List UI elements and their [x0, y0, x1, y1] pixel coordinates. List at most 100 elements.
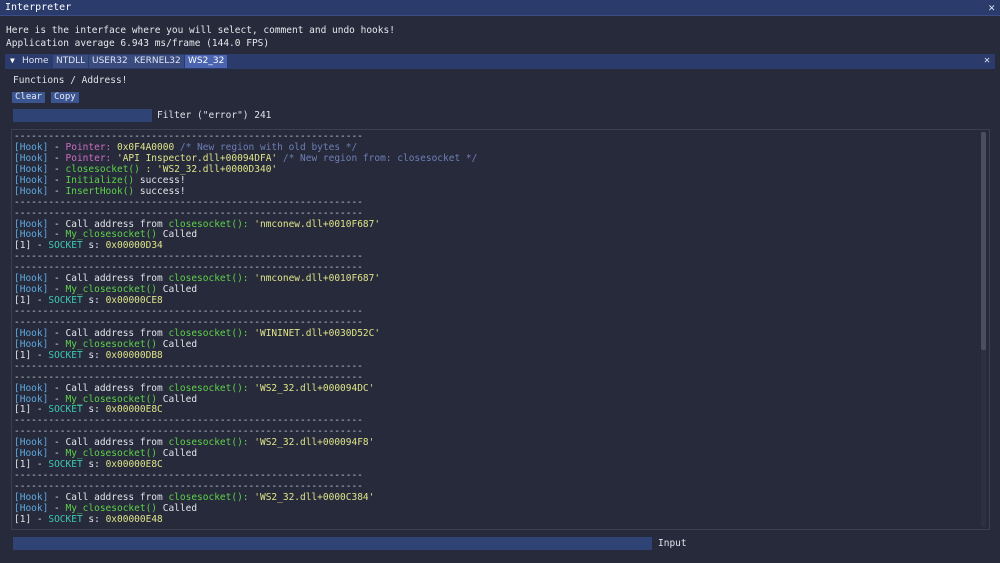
pointer-label: Pointer:	[65, 141, 112, 153]
pointer-comment: /* New region with old bytes */	[174, 141, 358, 153]
socket-type: SOCKET	[48, 513, 83, 525]
socket-type: SOCKET	[48, 404, 83, 416]
index-tag: [1]	[14, 349, 32, 361]
window-titlebar[interactable]: Interpreter ✕	[0, 0, 1000, 16]
copy-button[interactable]: Copy	[51, 92, 79, 103]
log-output[interactable]: ----------------------------------------…	[11, 129, 990, 530]
tab-kernel32[interactable]: KERNEL32	[131, 55, 184, 68]
dash: -	[31, 513, 49, 525]
dash: -	[48, 163, 66, 175]
initialize-function: Initialize()	[65, 174, 135, 186]
closesocket-function: closesocket()	[65, 163, 140, 175]
closesocket-function: closesocket():	[168, 382, 249, 394]
index-tag: [1]	[14, 513, 32, 525]
separator-line: ----------------------------------------…	[14, 196, 363, 208]
pointer-label: Pointer:	[65, 152, 112, 164]
tab-ntdll[interactable]: NTDLL	[53, 55, 89, 68]
call-prefix: Call address from	[65, 273, 169, 285]
collapse-triangle-icon[interactable]: ▼	[10, 56, 15, 65]
tab-close-icon[interactable]: ✕	[984, 55, 990, 66]
dash: -	[48, 185, 66, 197]
hook-tag: [Hook]	[14, 448, 49, 460]
hook-tag: [Hook]	[14, 491, 49, 503]
functions-address-label: Functions / Address!	[13, 75, 128, 86]
socket-value: 0x00000CE8	[105, 295, 163, 307]
dash: -	[31, 404, 49, 416]
socket-type: SOCKET	[48, 349, 83, 361]
module-tab-bar: ▼ Home NTDLL USER32 KERNEL32 WS2_32 ✕	[5, 54, 995, 69]
hook-tag: [Hook]	[14, 163, 49, 175]
dash: -	[31, 295, 49, 307]
socket-prefix: s:	[82, 349, 106, 361]
call-prefix: Call address from	[65, 382, 169, 394]
log-scrollbar[interactable]	[981, 132, 986, 527]
clear-button[interactable]: Clear	[12, 92, 46, 103]
socket-prefix: s:	[82, 295, 106, 307]
pointer-value: 0x0F4A0000	[111, 141, 175, 153]
fps-readout: Application average 6.943 ms/frame (144.…	[6, 38, 270, 49]
hook-tag: [Hook]	[14, 185, 49, 197]
my-closesocket-function: My_closesocket()	[65, 448, 158, 460]
log-lines: ----------------------------------------…	[14, 131, 478, 529]
command-input[interactable]	[13, 537, 652, 550]
socket-value: 0x00000E8C	[105, 459, 163, 471]
window-close-icon[interactable]: ✕	[988, 1, 995, 14]
closesocket-function: closesocket():	[168, 218, 249, 230]
hook-tag: [Hook]	[14, 502, 49, 514]
call-prefix: Call address from	[65, 437, 169, 449]
dash: -	[48, 502, 66, 514]
closesocket-function: closesocket():	[168, 327, 249, 339]
log-line-inserthook: [Hook] - InsertHook() success!	[14, 185, 477, 198]
socket-prefix: s:	[82, 459, 106, 471]
hook-tag: [Hook]	[14, 284, 49, 296]
caller-address: 'nmconew.dll+0010F687'	[248, 218, 381, 230]
hook-tag: [Hook]	[14, 393, 49, 405]
caller-address: 'WS2_32.dll+0000C384'	[248, 491, 375, 503]
log-scrollbar-thumb[interactable]	[981, 132, 986, 350]
dash: -	[48, 338, 66, 350]
dash: -	[48, 218, 66, 230]
call-prefix: Call address from	[65, 327, 169, 339]
tab-home[interactable]: Home	[19, 55, 52, 68]
index-tag: [1]	[14, 295, 32, 307]
called-text: Called	[157, 338, 198, 350]
my-closesocket-function: My_closesocket()	[65, 229, 158, 241]
dash: -	[31, 349, 49, 361]
called-text: Called	[157, 284, 198, 296]
socket-type: SOCKET	[48, 459, 83, 471]
closesocket-function: closesocket():	[168, 491, 249, 503]
closesocket-address: : 'WS2_32.dll+0000D340'	[139, 163, 278, 175]
filter-input[interactable]	[13, 109, 152, 122]
closesocket-function: closesocket():	[168, 437, 249, 449]
hook-tag: [Hook]	[14, 141, 49, 153]
socket-prefix: s:	[82, 404, 106, 416]
dash: -	[48, 284, 66, 296]
socket-type: SOCKET	[48, 240, 83, 252]
called-text: Called	[157, 229, 198, 241]
pointer-region-comment: /* New region from: closesocket */	[277, 152, 478, 164]
dash: -	[48, 174, 66, 186]
separator-line: ----------------------------------------…	[14, 360, 363, 372]
socket-prefix: s:	[82, 513, 106, 525]
tab-user32[interactable]: USER32	[89, 55, 131, 68]
my-closesocket-function: My_closesocket()	[65, 393, 158, 405]
my-closesocket-function: My_closesocket()	[65, 502, 158, 514]
called-text: Called	[157, 502, 198, 514]
separator-line: ----------------------------------------…	[14, 525, 477, 529]
socket-type: SOCKET	[48, 295, 83, 307]
window-title: Interpreter	[5, 2, 72, 13]
dash: -	[48, 152, 66, 164]
closesocket-function: closesocket():	[168, 273, 249, 285]
call-prefix: Call address from	[65, 218, 169, 230]
dash: -	[48, 141, 66, 153]
input-label: Input	[658, 538, 687, 549]
hook-tag: [Hook]	[14, 273, 49, 285]
dash: -	[48, 327, 66, 339]
dash: -	[48, 437, 66, 449]
my-closesocket-function: My_closesocket()	[65, 338, 158, 350]
intro-text: Here is the interface where you will sel…	[6, 25, 395, 36]
dash: -	[48, 229, 66, 241]
socket-value: 0x00000E8C	[105, 404, 163, 416]
hook-tag: [Hook]	[14, 218, 49, 230]
tab-ws2-32[interactable]: WS2_32	[185, 55, 228, 68]
